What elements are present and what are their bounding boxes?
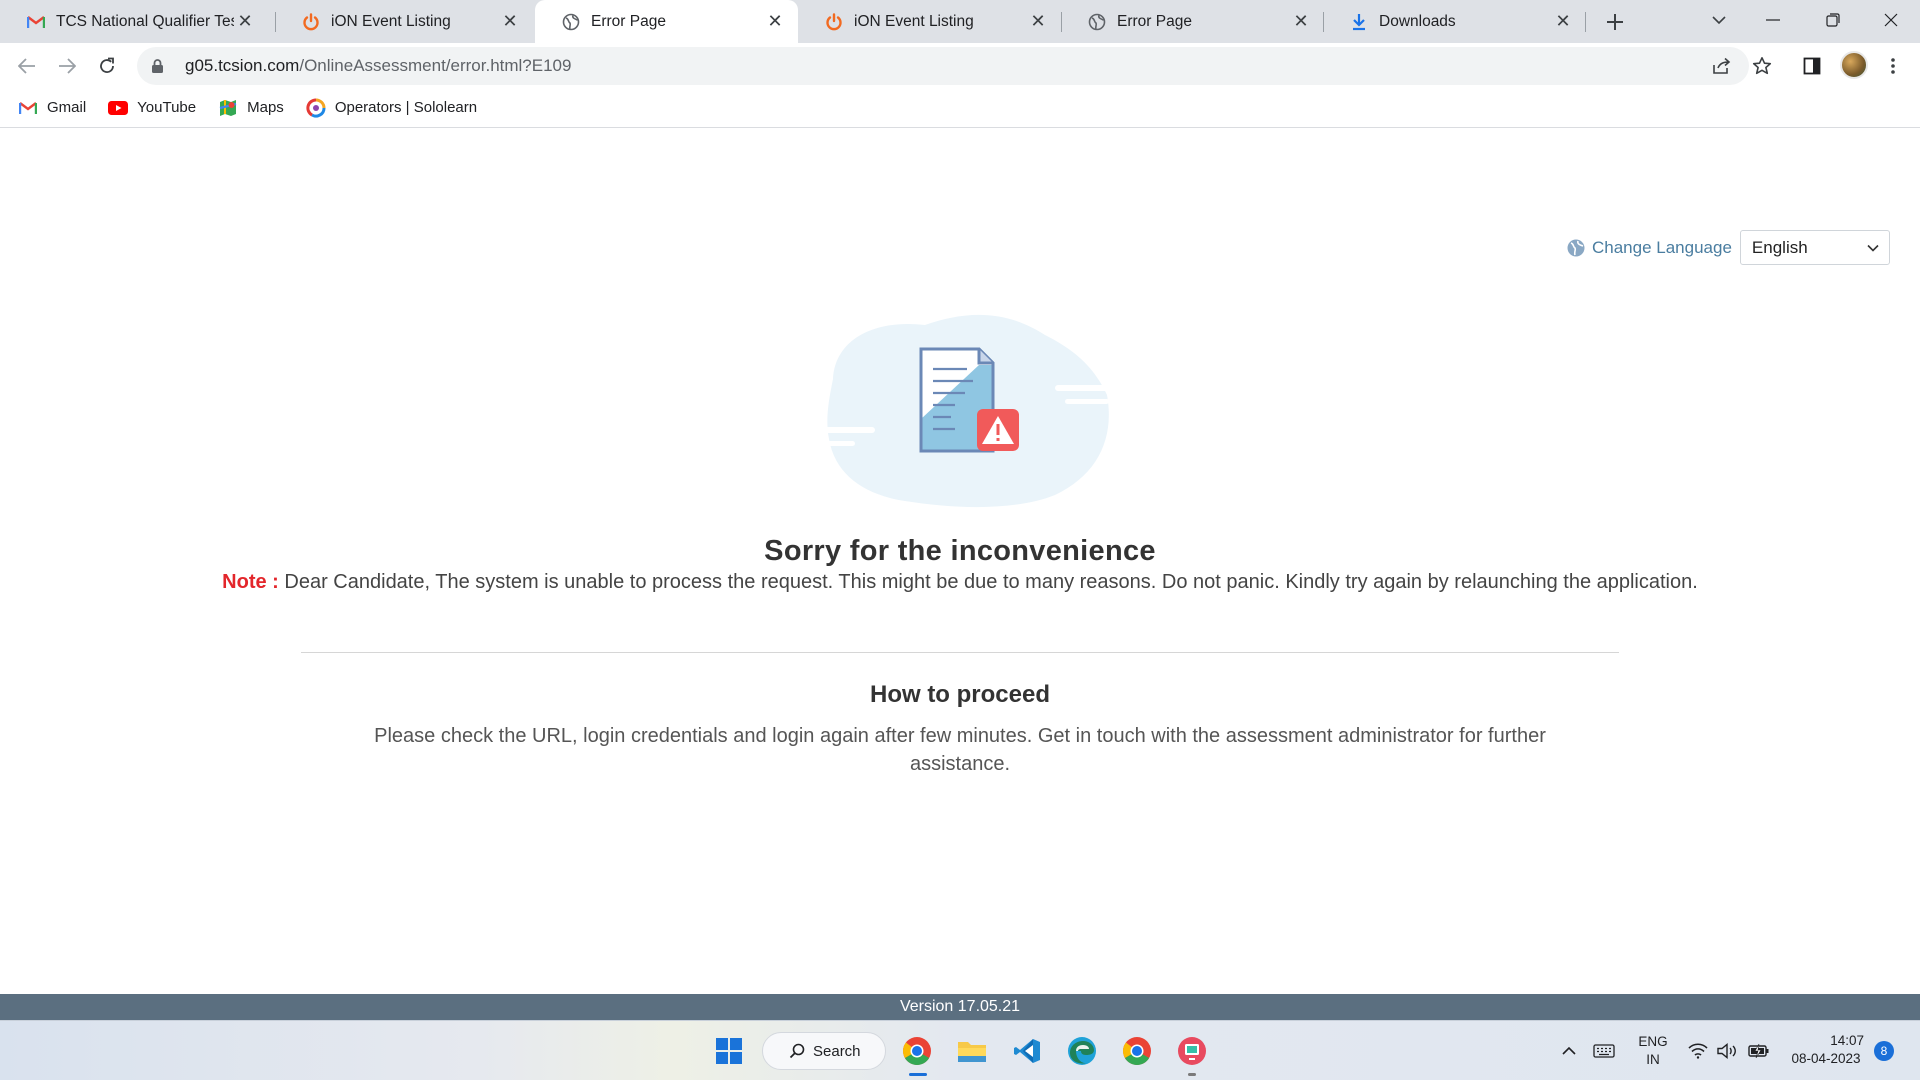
bookmark-sololearn[interactable]: Operators | Sololearn: [306, 97, 478, 118]
address-bar[interactable]: g05.tcsion.com/OnlineAssessment/error.ht…: [137, 47, 1749, 85]
windows-taskbar: Search ENG IN 14:07 08-04-2023 8: [0, 1020, 1920, 1080]
language-selected: English: [1751, 237, 1808, 257]
tab-tcs-qualifier[interactable]: TCS National Qualifier Test ( ✕: [0, 0, 268, 43]
side-panel-icon[interactable]: [1799, 53, 1825, 79]
close-icon[interactable]: ✕: [764, 11, 786, 33]
file-explorer-icon[interactable]: [954, 1033, 990, 1069]
bookmarks-bar: Gmail YouTube Maps Operators | Sololearn: [0, 88, 1920, 128]
tab-strip: TCS National Qualifier Test ( ✕ iON Even…: [0, 0, 1920, 43]
url-text[interactable]: g05.tcsion.com/OnlineAssessment/error.ht…: [185, 56, 571, 76]
windows-start-icon[interactable]: [711, 1033, 747, 1069]
vscode-icon[interactable]: [1009, 1033, 1045, 1069]
page-content: Change Language English Sorry for the in…: [0, 129, 1920, 994]
bookmark-maps[interactable]: Maps: [218, 98, 284, 118]
bookmark-youtube[interactable]: YouTube: [108, 98, 196, 118]
language-dropdown[interactable]: English: [1739, 230, 1890, 265]
menu-kebab-icon[interactable]: [1880, 53, 1906, 79]
close-window-icon[interactable]: [1865, 0, 1917, 40]
search-icon: [789, 1043, 805, 1059]
youtube-icon: [108, 98, 129, 118]
download-icon: [1349, 12, 1369, 32]
globe-icon: [1567, 239, 1585, 256]
input-language[interactable]: ENG IN: [1628, 1033, 1678, 1069]
tab-separator: [1585, 12, 1586, 32]
version-footer: Version 17.05.21: [0, 994, 1920, 1020]
page-title: Sorry for the inconvenience: [764, 535, 1156, 567]
how-to-proceed-text: Please check the URL, login credentials …: [374, 725, 1546, 775]
bookmark-gmail[interactable]: Gmail: [18, 98, 86, 118]
bookmark-label: Gmail: [47, 99, 87, 116]
tab-title: Downloads: [1379, 12, 1456, 30]
gmail-icon: [18, 98, 38, 118]
note-message: Note : Dear Candidate, The system is una…: [0, 571, 1920, 594]
url-domain: g05.tcsion.com: [185, 56, 300, 75]
close-icon[interactable]: ✕: [1027, 11, 1049, 33]
tab-ion-event-listing-2[interactable]: iON Event Listing ✕: [798, 0, 1061, 43]
tab-title: iON Event Listing: [331, 12, 451, 30]
chevron-down-icon: [1867, 244, 1879, 252]
forward-arrow-icon[interactable]: [50, 49, 84, 83]
close-icon[interactable]: ✕: [499, 11, 521, 33]
note-label: Note :: [222, 571, 279, 593]
language-selector: Change Language English: [1566, 230, 1890, 265]
power-icon: [301, 12, 321, 32]
back-arrow-icon[interactable]: [10, 49, 44, 83]
tab-title: iON Event Listing: [854, 12, 974, 30]
power-icon: [824, 12, 844, 32]
language-code: ENG: [1638, 1034, 1668, 1049]
keyboard-icon[interactable]: [1586, 1033, 1622, 1069]
clock-time: 14:07: [1830, 1033, 1864, 1048]
bookmark-star-icon[interactable]: [1749, 53, 1775, 79]
sololearn-icon: [306, 97, 326, 118]
chrome-icon[interactable]: [899, 1033, 935, 1069]
active-app-indicator: [909, 1073, 927, 1076]
url-path: /OnlineAssessment/error.html?E109: [299, 56, 572, 75]
bookmark-label: Maps: [247, 99, 284, 116]
running-app-indicator: [1188, 1073, 1196, 1076]
close-icon[interactable]: ✕: [234, 11, 256, 33]
note-text: Dear Candidate, The system is unable to …: [278, 571, 1698, 593]
region-code: IN: [1646, 1052, 1660, 1067]
divider: [301, 652, 1619, 653]
restore-icon[interactable]: [1807, 0, 1859, 40]
minimize-icon[interactable]: [1747, 0, 1799, 40]
profile-avatar[interactable]: [1840, 51, 1868, 79]
gmail-icon: [26, 12, 46, 32]
browser-toolbar: g05.tcsion.com/OnlineAssessment/error.ht…: [0, 43, 1920, 88]
version-text: Version 17.05.21: [899, 998, 1021, 1015]
close-icon[interactable]: ✕: [1290, 11, 1312, 33]
edge-icon[interactable]: [1064, 1033, 1100, 1069]
chevron-up-icon[interactable]: [1551, 1033, 1587, 1069]
clock-date: 08-04-2023: [1791, 1051, 1861, 1066]
taskbar-search[interactable]: Search: [762, 1032, 886, 1070]
share-icon[interactable]: [1709, 53, 1735, 79]
clock[interactable]: 14:07 08-04-2023: [1782, 1032, 1870, 1068]
maps-icon: [218, 98, 238, 118]
how-to-proceed-title: How to proceed: [869, 681, 1050, 708]
new-tab-plus-icon[interactable]: [1598, 5, 1632, 39]
tab-error-page-2[interactable]: Error Page ✕: [1061, 0, 1324, 43]
reload-icon[interactable]: [90, 49, 124, 83]
tab-search-chevron-down-icon[interactable]: [1693, 0, 1745, 40]
lock-icon[interactable]: [151, 58, 173, 74]
tab-error-page-active[interactable]: Error Page ✕: [535, 0, 798, 43]
presentation-app-icon[interactable]: [1174, 1033, 1210, 1069]
tab-title: Error Page: [591, 12, 666, 30]
bookmark-label: Operators | Sololearn: [334, 99, 478, 116]
battery-icon[interactable]: [1741, 1033, 1777, 1069]
tab-ion-event-listing[interactable]: iON Event Listing ✕: [275, 0, 533, 43]
change-language-label: Change Language: [1592, 237, 1732, 257]
document-error-illustration: [815, 314, 1113, 508]
close-icon[interactable]: ✕: [1552, 11, 1574, 33]
tab-title: Error Page: [1117, 12, 1192, 30]
tab-downloads[interactable]: Downloads ✕: [1323, 0, 1586, 43]
notification-badge[interactable]: 8: [1874, 1041, 1894, 1061]
globe-icon: [1087, 12, 1107, 32]
tab-title: TCS National Qualifier Test (: [56, 12, 234, 30]
chrome-icon[interactable]: [1119, 1033, 1155, 1069]
bookmark-label: YouTube: [137, 99, 197, 116]
search-label: Search: [813, 1042, 861, 1060]
globe-icon: [561, 12, 581, 32]
